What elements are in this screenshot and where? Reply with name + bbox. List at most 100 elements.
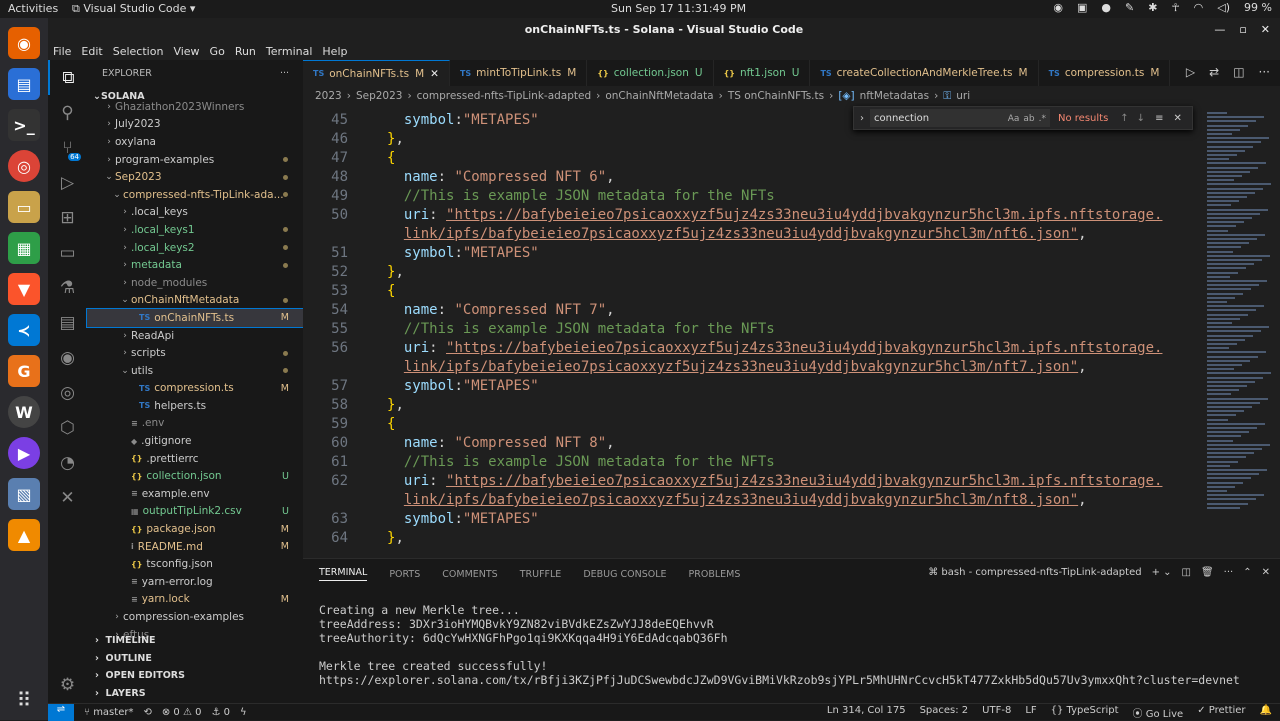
kill-terminal-icon[interactable]: 🗑 xyxy=(1201,567,1214,578)
tree-folder[interactable]: ⌄ compressed-nfts-TipLink-ada... xyxy=(87,186,303,204)
tree-folder[interactable]: ⌄ Sep2023 xyxy=(87,168,303,186)
tree-folder[interactable]: › compression-examples xyxy=(87,608,303,626)
breadcrumb-item[interactable]: 2023 xyxy=(315,90,342,102)
terminal-selector[interactable]: ⌘ bash - compressed-nfts-TipLink-adapted xyxy=(928,567,1141,578)
breadcrumb-item[interactable]: uri xyxy=(956,90,970,102)
tree-folder[interactable]: › ReadApi xyxy=(87,327,303,345)
timeline-panel[interactable]: › TIMELINE xyxy=(87,632,303,650)
cursor-position[interactable]: Ln 314, Col 175 xyxy=(827,705,906,720)
tree-file[interactable]: {} .prettierrc xyxy=(87,450,303,468)
regex-icon[interactable]: .* xyxy=(1039,114,1046,124)
find-input[interactable]: connection Aa ab .* xyxy=(870,109,1050,127)
tree-folder[interactable]: › metadata xyxy=(87,256,303,274)
prettier-status[interactable]: ✓ Prettier xyxy=(1197,705,1245,720)
breadcrumb-item[interactable]: nftMetadatas xyxy=(860,90,929,102)
eol[interactable]: LF xyxy=(1025,705,1036,720)
app-tray-icon-2[interactable]: ✎ xyxy=(1125,1,1134,14)
vlc-icon[interactable]: ▲ xyxy=(8,519,40,551)
close-find-icon[interactable]: ✕ xyxy=(1173,113,1181,124)
show-apps-icon[interactable]: ⠿ xyxy=(17,688,32,712)
more-actions-icon[interactable]: ··· xyxy=(280,68,289,79)
tree-folder[interactable]: › .local_keys2 xyxy=(87,239,303,257)
system-tray[interactable]: ◉ ▣ ● ✎ ✱ ☥ ◠ ◁) 99 % xyxy=(1053,1,1272,14)
terminal-more-icon[interactable]: ··· xyxy=(1224,567,1234,578)
tree-folder[interactable]: ⌄ utils xyxy=(87,362,303,380)
menu-help[interactable]: Help xyxy=(322,45,347,58)
compare-icon[interactable]: ⇄ xyxy=(1209,65,1219,79)
tree-file[interactable]: ≡ .env xyxy=(87,415,303,433)
extensions-icon[interactable]: ⊞ xyxy=(48,200,87,235)
tree-folder[interactable]: › node_modules xyxy=(87,274,303,292)
testing-icon[interactable]: ⚗ xyxy=(48,270,87,305)
maximize-icon[interactable]: ▫ xyxy=(1239,18,1246,42)
github-icon[interactable]: ◉ xyxy=(48,340,87,375)
brave-icon[interactable]: ▼ xyxy=(8,273,40,305)
files-icon[interactable]: ▭ xyxy=(8,191,40,223)
tab-createcollection[interactable]: TS createCollectionAndMerkleTree.ts M xyxy=(810,60,1039,86)
tree-file[interactable]: i README.md M xyxy=(87,538,303,556)
battery-label[interactable]: 99 % xyxy=(1244,1,1272,14)
tree-file[interactable]: ≡ yarn-error.log xyxy=(87,573,303,591)
toggle-replace-icon[interactable]: › xyxy=(854,113,870,124)
code-link[interactable]: link/ipfs/bafybeieieo7psicaoxxyzf5ujz4zs… xyxy=(404,359,1078,375)
tab-terminal[interactable]: TERMINAL xyxy=(319,567,368,581)
tree-file[interactable]: TS onChainNFTs.ts M xyxy=(86,308,304,328)
menu-run[interactable]: Run xyxy=(235,45,256,58)
breadcrumb-item[interactable]: onChainNftMetadata xyxy=(605,90,713,102)
tab-onchainnfts[interactable]: TS onChainNFTs.ts M ✕ xyxy=(303,60,450,86)
breadcrumb-item[interactable]: TS onChainNFTs.ts xyxy=(728,90,824,102)
chat-icon[interactable]: ◔ xyxy=(48,445,87,480)
close-panel-icon[interactable]: ✕ xyxy=(1262,567,1270,578)
tree-folder[interactable]: › Ghaziathon2023Winners xyxy=(87,98,303,116)
encoding[interactable]: UTF-8 xyxy=(982,705,1011,720)
split-editor-icon[interactable]: ◫ xyxy=(1233,65,1244,79)
calc-icon[interactable]: ▦ xyxy=(8,232,40,264)
whole-word-icon[interactable]: ab xyxy=(1023,114,1034,124)
notifications-icon[interactable]: 🔔 xyxy=(1260,705,1272,720)
settings-gear-icon[interactable]: ⚙ xyxy=(60,675,75,695)
remote-icon[interactable]: ⇌ xyxy=(48,703,74,721)
menu-file[interactable]: File xyxy=(53,45,71,58)
tree-file[interactable]: TS compression.ts M xyxy=(87,380,303,398)
outline-panel[interactable]: › OUTLINE xyxy=(87,650,303,668)
minimap[interactable] xyxy=(1203,106,1280,558)
tree-file[interactable]: ≡ yarn.lock M xyxy=(87,591,303,609)
firefox-icon[interactable]: ◉ xyxy=(8,27,40,59)
tab-nft1-json[interactable]: {} nft1.json U xyxy=(714,60,811,86)
cube-icon[interactable]: ⬡ xyxy=(48,410,87,445)
screenshot-icon[interactable]: ▧ xyxy=(8,478,40,510)
close-tab-icon[interactable]: ✕ xyxy=(430,68,439,80)
tree-file[interactable]: ▦ outputTipLink2.csv U xyxy=(87,503,303,521)
tree-file[interactable]: {} tsconfig.json xyxy=(87,555,303,573)
menu-edit[interactable]: Edit xyxy=(81,45,102,58)
vscode-dock-icon[interactable]: ≺ xyxy=(8,314,40,346)
layers-panel[interactable]: › LAYERS xyxy=(87,685,303,703)
search-icon[interactable]: ⚲ xyxy=(48,95,87,130)
code-link[interactable]: "https://bafybeieieo7psicaoxxyzf5ujz4zs3… xyxy=(446,473,1162,489)
tree-folder[interactable]: › oxylana xyxy=(87,133,303,151)
explorer-icon[interactable]: ⧉ xyxy=(48,60,87,95)
terminal-output[interactable]: Creating a new Merkle tree... treeAddress… xyxy=(303,589,1280,687)
next-match-icon[interactable]: ↓ xyxy=(1137,113,1145,124)
menu-selection[interactable]: Selection xyxy=(113,45,164,58)
find-in-selection-icon[interactable]: ≡ xyxy=(1155,113,1163,124)
screen-record-icon[interactable]: ▣ xyxy=(1077,1,1087,14)
volume-icon[interactable]: ◁) xyxy=(1217,1,1230,14)
bluetooth-icon[interactable]: ✱ xyxy=(1148,1,1157,14)
ports-status[interactable]: ⚓ 0 xyxy=(211,707,230,718)
run-icon[interactable]: ▷ xyxy=(1186,65,1195,79)
activities-button[interactable]: Activities xyxy=(8,2,58,15)
minimize-icon[interactable]: — xyxy=(1214,18,1225,42)
menu-go[interactable]: Go xyxy=(210,45,225,58)
maximize-panel-icon[interactable]: ⌃ xyxy=(1243,567,1251,578)
docker-icon[interactable]: ▤ xyxy=(48,305,87,340)
breadcrumb-item[interactable]: Sep2023 xyxy=(356,90,403,102)
code-link[interactable]: "https://bafybeieieo7psicaoxxyzf5ujz4zs3… xyxy=(446,207,1162,223)
more-icon[interactable]: ··· xyxy=(1259,65,1270,79)
clock[interactable]: Sun Sep 17 11:31:49 PM xyxy=(611,2,746,15)
breadcrumb-item[interactable]: compressed-nfts-TipLink-adapted xyxy=(417,90,591,102)
indentation[interactable]: Spaces: 2 xyxy=(920,705,969,720)
tree-file[interactable]: {} collection.json U xyxy=(87,467,303,485)
tree-folder[interactable]: ⌄ onChainNftMetadata xyxy=(87,292,303,310)
chrome-tray-icon[interactable]: ◉ xyxy=(1053,1,1063,14)
